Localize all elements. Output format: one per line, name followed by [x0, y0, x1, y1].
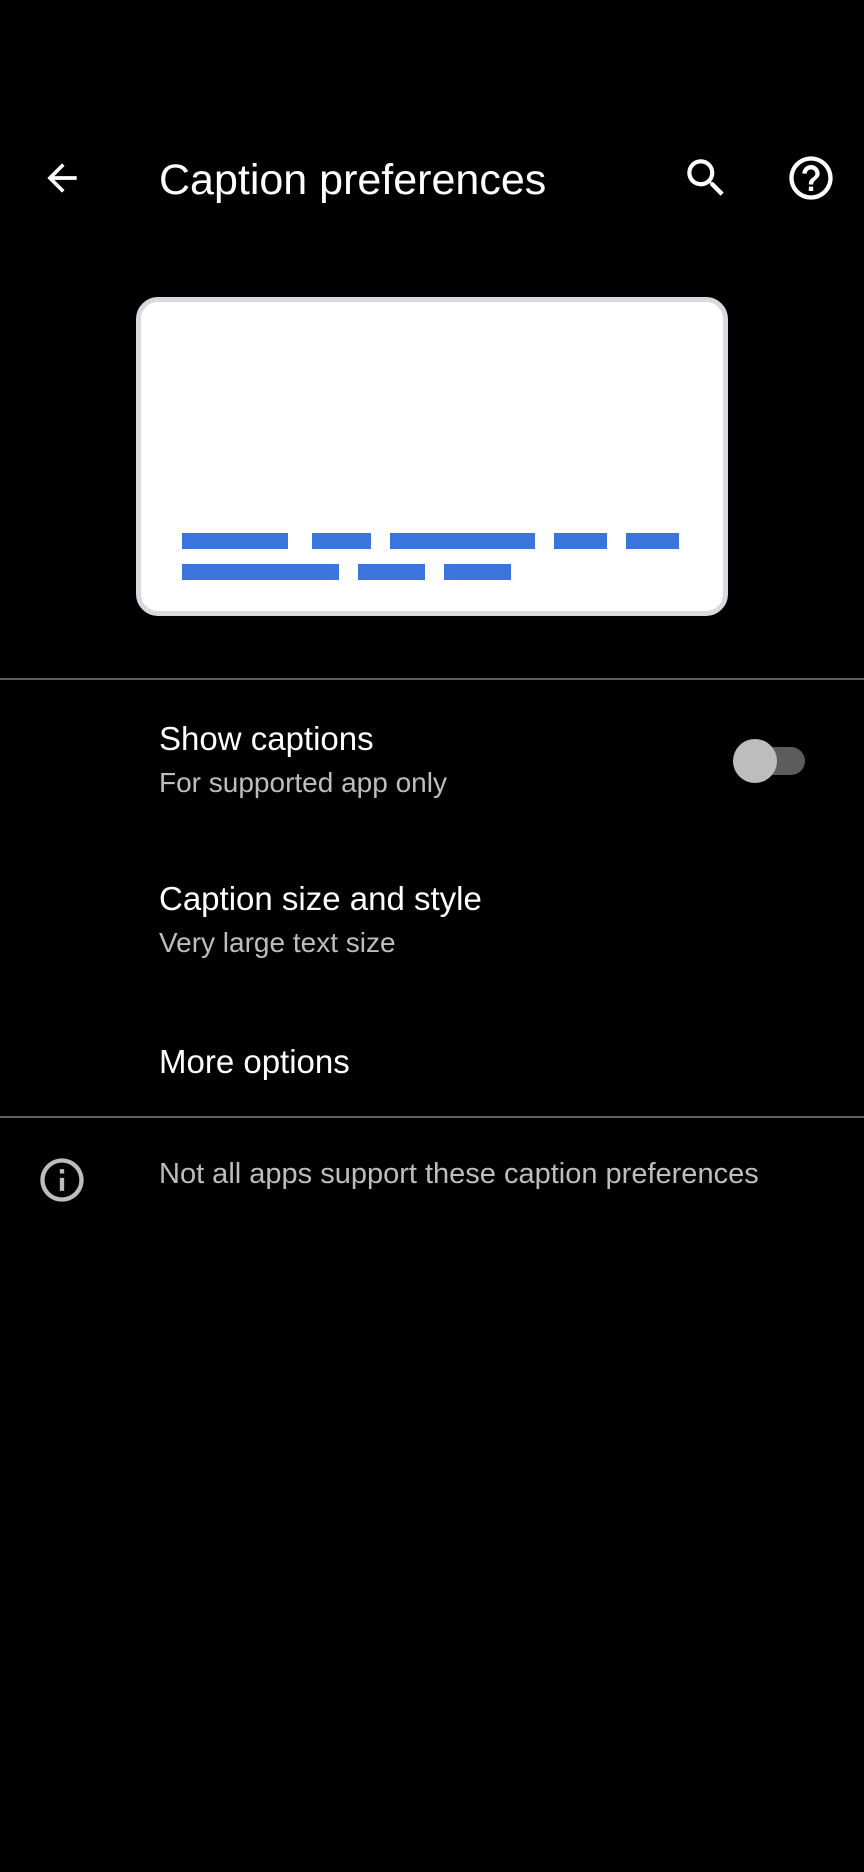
caption-line-bar [626, 533, 679, 549]
caption-preview [136, 297, 728, 616]
more-options-title: More options [159, 1043, 350, 1080]
show-captions-title: Show captions [159, 720, 374, 757]
caption-line-bar [182, 564, 339, 580]
caption-line-bar [444, 564, 511, 580]
divider-top [0, 678, 864, 680]
caption-line-bar [390, 533, 535, 549]
show-captions-summary: For supported app only [159, 767, 447, 798]
caption-line-bar [182, 533, 288, 549]
caption-size-style-item[interactable]: Caption size and style Very large text s… [0, 850, 864, 1005]
caption-line-bar [312, 533, 371, 549]
switch-thumb [733, 739, 777, 783]
divider-bottom [0, 1116, 864, 1118]
arrow-back-icon [47, 163, 77, 193]
caption-size-style-summary: Very large text size [159, 927, 396, 958]
caption-line-bar [358, 564, 425, 580]
show-captions-switch[interactable] [731, 735, 807, 783]
page-title: Caption preferences [159, 156, 547, 204]
help-icon [789, 156, 833, 200]
search-icon [687, 159, 724, 196]
info-icon [36, 1154, 88, 1206]
help-button[interactable] [775, 142, 847, 214]
more-options-item[interactable]: More options [0, 1010, 864, 1115]
back-button[interactable] [26, 142, 98, 214]
caption-size-style-title: Caption size and style [159, 880, 482, 917]
search-button[interactable] [670, 142, 742, 214]
caption-line-bar [554, 533, 607, 549]
caption-support-note: Not all apps support these caption prefe… [159, 1158, 759, 1190]
